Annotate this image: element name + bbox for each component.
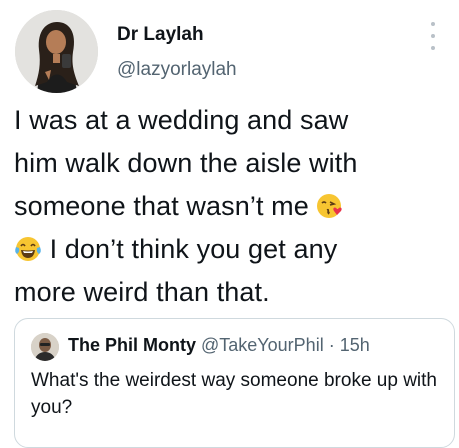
face-blowing-kiss-emoji-icon bbox=[317, 194, 343, 218]
quoted-tweet-card[interactable]: The Phil Monty @TakeYourPhil · 15h What'… bbox=[14, 318, 455, 448]
quoted-author-name[interactable]: The Phil Monty bbox=[68, 335, 196, 355]
author-handle[interactable]: @lazyorlaylah bbox=[117, 59, 237, 81]
profile-photo-icon bbox=[15, 10, 98, 93]
more-dot bbox=[431, 46, 435, 50]
author-display-name[interactable]: Dr Laylah bbox=[117, 24, 204, 46]
tweet-text: I was at a wedding and saw him walk down… bbox=[14, 99, 452, 314]
tweet-line: someone that wasn’t me bbox=[14, 185, 452, 228]
tweet-line-text: I don’t think you get any bbox=[49, 234, 338, 264]
quoted-tweet-text: What's the weirdest way someone broke up… bbox=[31, 370, 437, 418]
quoted-profile-photo-icon bbox=[31, 333, 59, 361]
quoted-separator: · bbox=[328, 335, 335, 355]
quoted-author-avatar[interactable] bbox=[31, 333, 59, 361]
more-dot bbox=[431, 22, 435, 26]
tweet-line: more weird than that. bbox=[14, 277, 270, 307]
face-with-tears-of-joy-emoji-icon bbox=[15, 237, 41, 261]
more-dot bbox=[431, 34, 435, 38]
more-vertical-icon[interactable] bbox=[425, 22, 441, 50]
tweet-line-text: him walk down the aisle with bbox=[14, 148, 358, 178]
tweet-line: him walk down the aisle with bbox=[14, 142, 452, 185]
tweet-line: I don’t think you get any bbox=[14, 228, 452, 271]
quoted-time[interactable]: 15h bbox=[340, 335, 370, 355]
tweet-line: I was at a wedding and saw bbox=[14, 105, 349, 135]
author-avatar[interactable] bbox=[15, 10, 98, 93]
quoted-author-handle[interactable]: @TakeYourPhil bbox=[201, 335, 324, 355]
tweet-line-text: someone that wasn’t me bbox=[14, 191, 309, 221]
quoted-tweet-header: The Phil Monty @TakeYourPhil · 15h bbox=[68, 335, 370, 356]
